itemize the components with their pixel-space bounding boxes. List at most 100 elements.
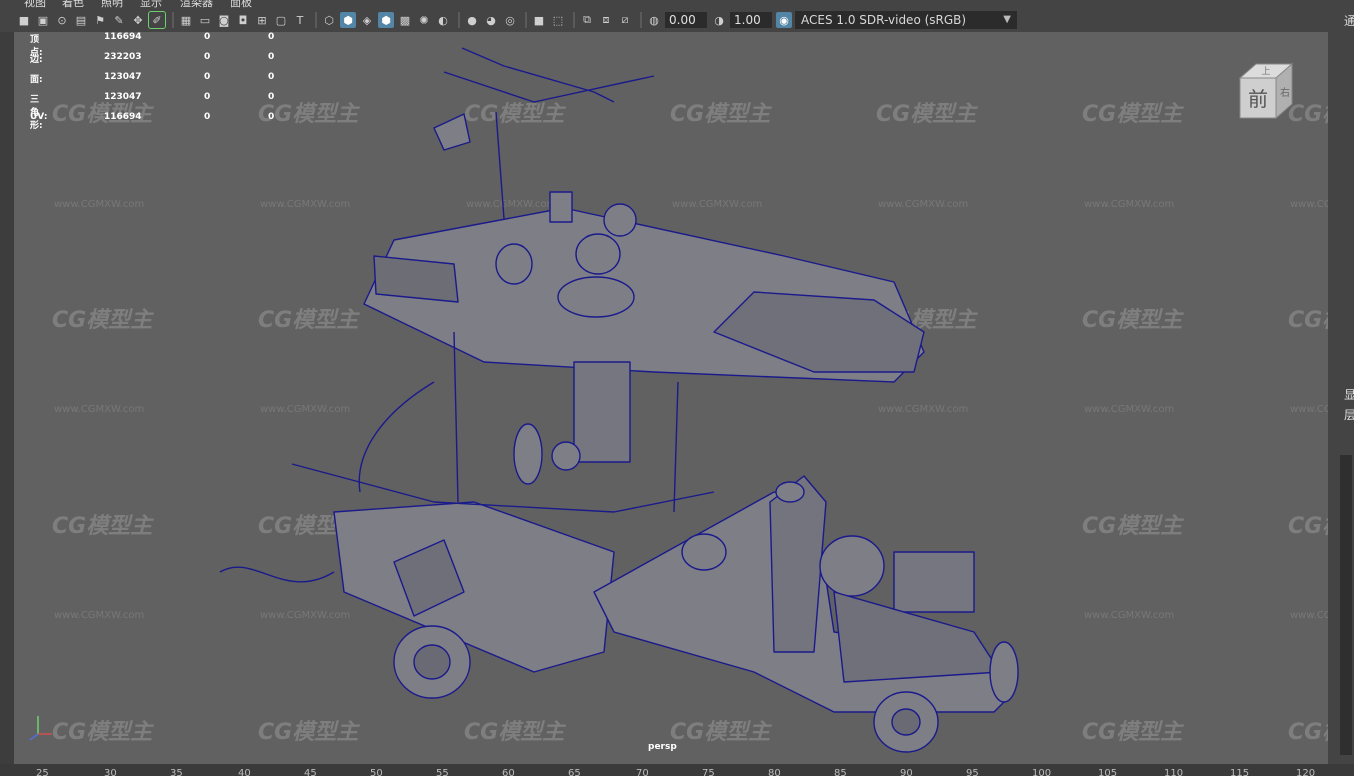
menu-lighting[interactable]: 照明: [101, 0, 123, 8]
ruler-tick-label: 110: [1164, 768, 1184, 776]
ruler-tick-label: 45: [304, 768, 317, 776]
menu-bar: 视图 着色 照明 显示 渲染器 面板: [0, 0, 1354, 8]
exposure-icon[interactable]: ◍: [646, 12, 662, 28]
wireframe-on-shaded-icon[interactable]: ⬢: [378, 12, 394, 28]
toolbar-divider: [573, 12, 575, 28]
safe-action-icon[interactable]: ▢: [273, 12, 289, 28]
z-axis-line: [29, 733, 39, 741]
toolbar-divider: [315, 12, 317, 28]
color-management-icon[interactable]: ◉: [776, 12, 792, 28]
flag-icon[interactable]: ⚑: [92, 12, 108, 28]
scooter-drum: [819, 535, 885, 597]
chevron-down-icon: ▼: [1003, 14, 1011, 25]
safe-title-icon[interactable]: T: [292, 12, 308, 28]
left-panel-edge: [0, 32, 14, 764]
float-ring: [557, 276, 635, 318]
xray-active-icon[interactable]: ⧈: [598, 12, 614, 28]
xray-joints-icon[interactable]: ⧉: [579, 12, 595, 28]
front-hub: [891, 708, 921, 736]
roof-drum: [603, 203, 637, 237]
gate-mask-icon[interactable]: ◘: [235, 12, 251, 28]
smooth-shade-icon[interactable]: ⬢: [340, 12, 356, 28]
toolbar-divider: [640, 12, 642, 28]
menu-shading[interactable]: 着色: [62, 0, 84, 8]
color-space-value: ACES 1.0 SDR-video (sRGB): [801, 13, 967, 27]
rear-hub: [413, 644, 451, 680]
pencil-edit-icon[interactable]: ✐: [148, 11, 166, 29]
ruler-tick-label: 100: [1032, 768, 1052, 776]
ruler-tick-label: 115: [1230, 768, 1250, 776]
dock-tab[interactable]: 通: [1344, 12, 1354, 29]
xray-icon[interactable]: ⬚: [550, 12, 566, 28]
time-slider-ruler[interactable]: 25 30 35 40 45 50 55 60 65 70 75 80 85 9…: [0, 764, 1354, 776]
ruler-tick-label: 85: [834, 768, 847, 776]
ruler-tick-label: 120: [1296, 768, 1316, 776]
film-gate-icon[interactable]: ▭: [197, 12, 213, 28]
camera-name-label: persp: [648, 742, 677, 752]
screen-space-ao-icon[interactable]: ●: [464, 12, 480, 28]
roof-tank: [495, 243, 533, 285]
3d-viewport[interactable]: CG模型主 CG模型主 CG模型主 CG模型主 CG模型主 CG模型主 CG模型…: [14, 32, 1328, 764]
dock-tab[interactable]: 层: [1344, 406, 1354, 423]
cargo-bed: [333, 501, 615, 673]
gamma-icon[interactable]: ◑: [711, 12, 727, 28]
scrollbar[interactable]: [1340, 455, 1352, 755]
roof-box: [549, 191, 573, 223]
ruler-tick-label: 75: [702, 768, 715, 776]
lights-icon[interactable]: ✺: [416, 12, 432, 28]
menu-panels[interactable]: 面板: [230, 0, 252, 8]
toolbar-divider: [172, 12, 174, 28]
bookmark-icon[interactable]: ⊙: [54, 12, 70, 28]
gamma-field[interactable]: 1.00: [730, 12, 772, 28]
ruler-tick-label: 70: [636, 768, 649, 776]
resolution-gate-icon[interactable]: ◙: [216, 12, 232, 28]
ruler-tick-label: 80: [768, 768, 781, 776]
gas-tank: [513, 423, 543, 485]
anti-aliasing-icon[interactable]: ◎: [502, 12, 518, 28]
motion-blur-icon[interactable]: ◕: [483, 12, 499, 28]
grease-pencil-icon[interactable]: ✎: [111, 12, 127, 28]
ruler-tick-label: 65: [568, 768, 581, 776]
image-plane-icon[interactable]: ▤: [73, 12, 89, 28]
ruler-tick-label: 35: [170, 768, 183, 776]
wireframe-icon[interactable]: ⬡: [321, 12, 337, 28]
color-space-dropdown[interactable]: ACES 1.0 SDR-video (sRGB) ▼: [795, 11, 1017, 29]
ruler-tick-label: 55: [436, 768, 449, 776]
antenna-rod: [443, 71, 655, 103]
cabin-panel: [573, 361, 631, 463]
backface-icon[interactable]: ⧄: [617, 12, 633, 28]
axis-gizmo: [29, 716, 52, 741]
textured-icon[interactable]: ▩: [397, 12, 413, 28]
camera-icon[interactable]: ■: [16, 12, 32, 28]
toolbar-divider: [458, 12, 460, 28]
roof-drum: [575, 233, 621, 275]
ruler-tick-label: 30: [104, 768, 117, 776]
mirror: [775, 481, 805, 503]
gauge: [551, 441, 581, 471]
ruler-tick-label: 95: [966, 768, 979, 776]
menu-renderer[interactable]: 渲染器: [180, 0, 213, 8]
isolate-select-icon[interactable]: ■: [531, 12, 547, 28]
vehicle-model[interactable]: [14, 32, 1328, 764]
panel-toolbar: ■ ▣ ⊙ ▤ ⚑ ✎ ✥ ✐ ▦ ▭ ◙ ◘ ⊞ ▢ T ⬡ ⬢ ◈ ⬢ ▩ …: [0, 8, 1354, 32]
frame-post: [673, 381, 679, 513]
shadows-icon[interactable]: ◐: [435, 12, 451, 28]
grid-icon[interactable]: ▦: [178, 12, 194, 28]
menu-show[interactable]: 显示: [140, 0, 162, 8]
antenna-bracket: [433, 113, 471, 151]
headlight: [989, 641, 1019, 703]
ruler-tick-label: 90: [900, 768, 913, 776]
exposure-field[interactable]: 0.00: [665, 12, 707, 28]
ruler-tick-label: 25: [36, 768, 49, 776]
seat-bag: [681, 533, 727, 571]
2d-pan-icon[interactable]: ✥: [130, 12, 146, 28]
default-material-icon[interactable]: ◈: [359, 12, 375, 28]
roof-rail: [373, 255, 459, 303]
menu-view[interactable]: 视图: [24, 0, 46, 8]
antenna-element: [461, 47, 615, 103]
ruler-tick-label: 50: [370, 768, 383, 776]
field-chart-icon[interactable]: ⊞: [254, 12, 270, 28]
dock-tab[interactable]: 显: [1344, 386, 1354, 403]
camera-attributes-icon[interactable]: ▣: [35, 12, 51, 28]
tow-cable: [219, 566, 335, 583]
